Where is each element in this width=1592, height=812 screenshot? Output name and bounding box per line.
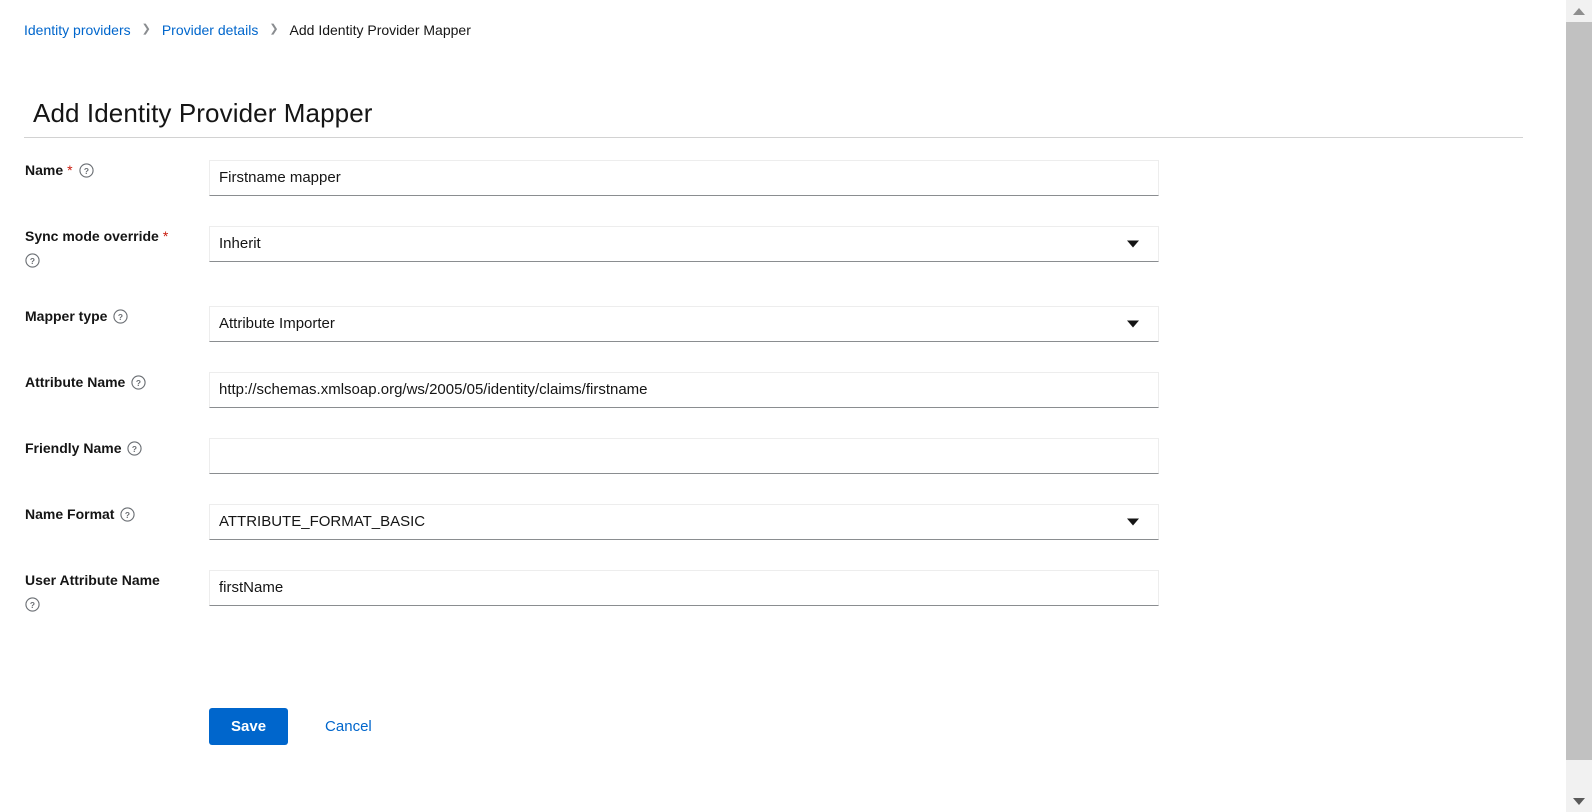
question-circle-icon[interactable]: ? — [25, 597, 40, 612]
breadcrumb-separator-icon: ❯ — [269, 23, 279, 35]
input-attribute-name-value: http://schemas.xmlsoap.org/ws/2005/05/id… — [219, 381, 648, 398]
svg-text:?: ? — [30, 256, 35, 266]
breadcrumb-item-provider-details[interactable]: Provider details — [162, 21, 259, 39]
form-row-friendly-name: Friendly Name? — [0, 438, 1557, 490]
select-name-format-value: ATTRIBUTE_FORMAT_BASIC — [219, 513, 426, 530]
scroll-up-arrow-icon — [1573, 7, 1585, 15]
scrollbar-down-button[interactable] — [1566, 790, 1592, 812]
label-attribute-name-text: Attribute Name — [25, 374, 126, 390]
label-attribute-name: Attribute Name? — [25, 372, 201, 392]
label-name-format-text: Name Format — [25, 506, 115, 522]
question-circle-icon[interactable]: ? — [127, 441, 143, 456]
question-circle-icon[interactable]: ? — [131, 375, 146, 390]
cancel-button[interactable]: Cancel — [309, 708, 388, 745]
input-friendly-name[interactable] — [209, 438, 1159, 474]
caret-down-icon[interactable] — [1127, 240, 1139, 248]
svg-text:?: ? — [84, 166, 89, 176]
page-content: Identity providers ❯ Provider details ❯ … — [0, 0, 1557, 812]
input-name[interactable]: Firstname mapper — [209, 160, 1159, 196]
form-row-attribute-name: Attribute Name? http://schemas.xmlsoap.o… — [0, 372, 1557, 424]
label-user-attribute-name: User Attribute Name? — [25, 570, 201, 613]
title-divider — [24, 137, 1523, 138]
caret-down-icon[interactable] — [1127, 518, 1139, 526]
select-name-format[interactable]: ATTRIBUTE_FORMAT_BASIC — [209, 504, 1159, 540]
form-row-name-format: Name Format? ATTRIBUTE_FORMAT_BASIC — [0, 504, 1557, 556]
svg-text:?: ? — [132, 444, 137, 454]
required-indicator: * — [162, 228, 169, 244]
input-user-attribute-name-value: firstName — [219, 579, 284, 596]
scroll-down-arrow-icon — [1573, 797, 1585, 805]
form-actions: Save Cancel — [209, 708, 388, 745]
label-name: Name *? — [25, 160, 201, 180]
label-friendly-name-text: Friendly Name — [25, 440, 122, 456]
form-row-sync-mode-override: Sync mode override *? Inherit — [0, 226, 1557, 292]
scrollbar-up-button[interactable] — [1566, 0, 1592, 22]
label-sync-mode-override: Sync mode override *? — [25, 226, 201, 269]
question-circle-icon[interactable]: ? — [78, 163, 94, 178]
select-sync-mode-override[interactable]: Inherit — [209, 226, 1159, 262]
vertical-scrollbar[interactable] — [1556, 0, 1592, 812]
select-mapper-type-value: Attribute Importer — [219, 315, 335, 332]
label-sync-mode-override-text: Sync mode override — [25, 228, 159, 244]
question-circle-icon[interactable]: ? — [25, 253, 40, 268]
breadcrumb-item-identity-providers[interactable]: Identity providers — [24, 21, 131, 39]
label-friendly-name: Friendly Name? — [25, 438, 201, 458]
breadcrumb-item-current: Add Identity Provider Mapper — [289, 22, 471, 38]
identity-provider-mapper-form: Name *? Firstname mapper Sync mode overri… — [0, 160, 1557, 650]
form-row-user-attribute-name: User Attribute Name? firstName — [0, 570, 1557, 636]
scrollbar-thumb[interactable] — [1566, 22, 1592, 760]
svg-text:?: ? — [30, 600, 35, 610]
label-user-attribute-name-text: User Attribute Name — [25, 572, 160, 588]
save-button[interactable]: Save — [209, 708, 289, 745]
breadcrumb: Identity providers ❯ Provider details ❯ … — [24, 21, 471, 39]
required-indicator: * — [67, 162, 73, 178]
select-sync-mode-override-value: Inherit — [219, 235, 261, 252]
input-attribute-name[interactable]: http://schemas.xmlsoap.org/ws/2005/05/id… — [209, 372, 1159, 408]
svg-text:?: ? — [136, 378, 141, 388]
form-row-mapper-type: Mapper type? Attribute Importer — [0, 306, 1557, 358]
question-circle-icon[interactable]: ? — [113, 309, 129, 324]
caret-down-icon[interactable] — [1127, 320, 1139, 328]
breadcrumb-separator-icon: ❯ — [141, 23, 151, 35]
svg-text:?: ? — [118, 312, 123, 322]
label-name-format: Name Format? — [25, 504, 201, 524]
label-name-text: Name — [25, 162, 64, 178]
select-mapper-type[interactable]: Attribute Importer — [209, 306, 1159, 342]
form-row-name: Name *? Firstname mapper — [0, 160, 1557, 212]
label-mapper-type: Mapper type? — [25, 306, 201, 326]
page-title: Add Identity Provider Mapper — [33, 98, 373, 129]
question-circle-icon[interactable]: ? — [120, 507, 136, 522]
input-name-value: Firstname mapper — [219, 169, 341, 186]
svg-text:?: ? — [125, 510, 130, 520]
input-user-attribute-name[interactable]: firstName — [209, 570, 1159, 606]
label-mapper-type-text: Mapper type — [25, 308, 108, 324]
